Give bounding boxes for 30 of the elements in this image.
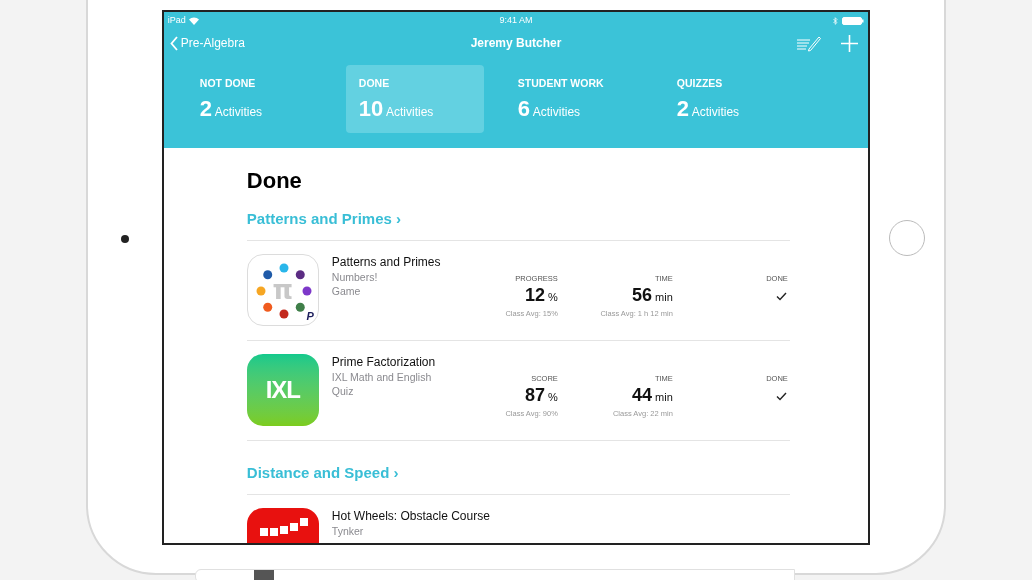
battery-icon bbox=[842, 17, 865, 25]
metric-value: 87 % bbox=[524, 384, 558, 407]
metric-value: 56 min bbox=[632, 284, 673, 307]
activity-app: Tynker bbox=[331, 524, 365, 538]
back-button[interactable]: Pre-Algebra bbox=[169, 34, 370, 52]
activity-app: Numbers! bbox=[331, 270, 379, 284]
chevron-left-icon bbox=[169, 35, 178, 51]
category-tab[interactable]: NOT DONE 2 Activities bbox=[186, 65, 325, 133]
section-link[interactable]: Distance and Speed › bbox=[246, 464, 399, 481]
activity-title: Hot Wheels: Obstacle Course bbox=[331, 509, 491, 524]
category-tab[interactable]: QUIZZES 2 Activities bbox=[663, 65, 802, 133]
category-tab[interactable]: DONE 10 Activities bbox=[345, 65, 484, 133]
bluetooth-icon bbox=[833, 17, 839, 25]
page-title: Done bbox=[246, 167, 303, 195]
compose-icon[interactable] bbox=[796, 34, 822, 52]
metric-value: 12 % bbox=[524, 284, 558, 307]
status-time: 9:41 AM bbox=[499, 14, 533, 28]
activity-type: Game bbox=[331, 284, 362, 298]
activity-type: Quiz bbox=[331, 384, 355, 398]
section-link[interactable]: Patterns and Primes › bbox=[246, 210, 402, 227]
wifi-icon bbox=[188, 17, 199, 25]
metric-value: 44 min bbox=[632, 384, 673, 407]
category-tab[interactable]: STUDENT WORK 6 Activities bbox=[504, 65, 643, 133]
activity-title: Prime Factorization bbox=[331, 355, 437, 370]
activity-title: Patterns and Primes bbox=[331, 255, 442, 270]
nav-title: Jeremy Butcher bbox=[469, 35, 563, 52]
plus-icon[interactable] bbox=[841, 34, 859, 52]
app-icon: IXL bbox=[246, 354, 319, 426]
device-name: iPad bbox=[167, 14, 186, 28]
activity-app: IXL Math and English bbox=[331, 370, 433, 384]
